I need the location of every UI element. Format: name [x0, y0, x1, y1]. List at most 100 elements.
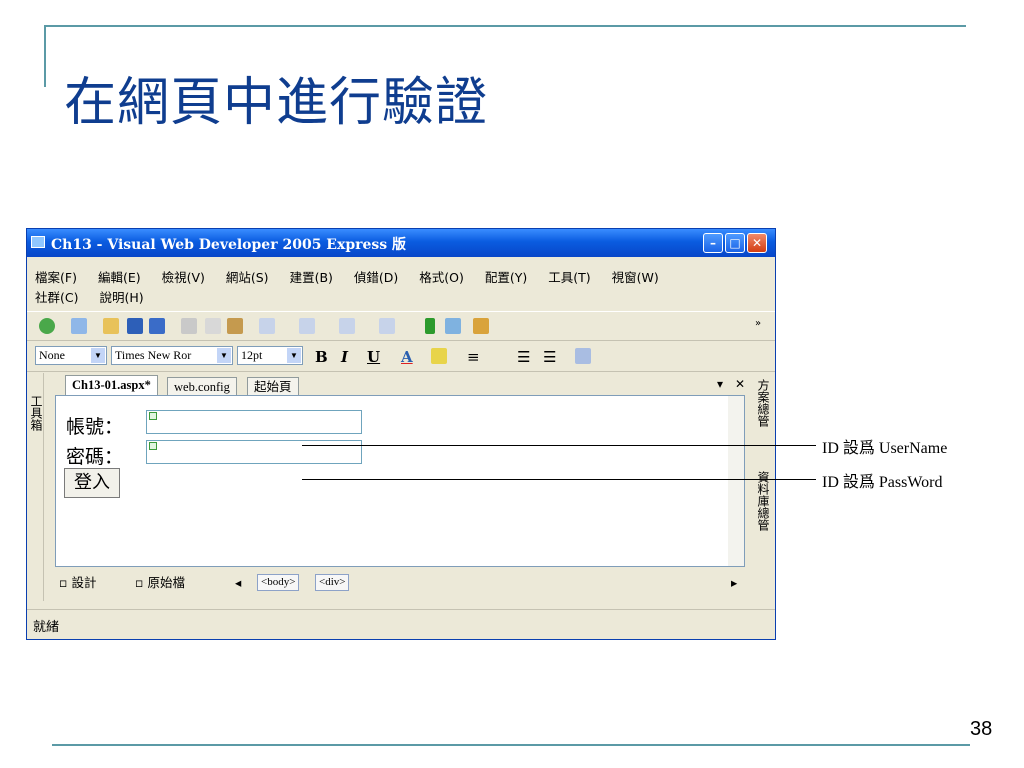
font-combo-value: Times New Ror — [115, 348, 192, 362]
redo-icon[interactable] — [299, 318, 315, 334]
window-title: Ch13 - Visual Web Developer 2005 Express… — [51, 237, 407, 253]
tab-ch13-01-aspx[interactable]: Ch13-01.aspx* — [65, 375, 158, 397]
close-tab-icon[interactable]: ✕ — [735, 377, 745, 391]
menu-community[interactable]: 社群(C) — [35, 290, 78, 305]
navigate-backward-icon[interactable] — [339, 318, 355, 334]
start-debugging-icon[interactable] — [425, 318, 435, 334]
server-control-icon — [149, 412, 157, 420]
ide-window: Ch13 - Visual Web Developer 2005 Express… — [26, 228, 776, 640]
paste-icon[interactable] — [227, 318, 243, 334]
menu-window[interactable]: 視窗(W) — [612, 270, 659, 285]
design-surface[interactable]: 帳號： 密碼： 登入 — [55, 395, 745, 567]
style-combo[interactable]: None ▼ — [35, 346, 107, 365]
menu-layout[interactable]: 配置(Y) — [485, 270, 527, 285]
password-label: 密碼： — [66, 446, 124, 468]
size-combo-value: 12pt — [241, 348, 263, 362]
chevron-down-icon: ▼ — [91, 348, 105, 363]
breadcrumb-forward-icon[interactable]: ▸ — [731, 574, 737, 592]
menu-help[interactable]: 說明(H) — [99, 290, 143, 305]
minimize-button[interactable]: – — [703, 233, 723, 253]
login-button[interactable]: 登入 — [64, 468, 120, 498]
undo-icon[interactable] — [259, 318, 275, 334]
save-all-icon[interactable] — [149, 318, 165, 334]
tab-web-config[interactable]: web.config — [167, 377, 237, 395]
menu-row-2: 社群(C) 說明(H) — [35, 287, 161, 306]
navigate-forward-icon[interactable] — [379, 318, 395, 334]
window-titlebar[interactable]: Ch13 - Visual Web Developer 2005 Express… — [27, 229, 775, 257]
callout-line-password — [302, 479, 816, 480]
highlight-icon[interactable] — [431, 348, 447, 364]
username-label: 帳號： — [66, 416, 124, 438]
menu-format[interactable]: 格式(O) — [419, 270, 464, 285]
add-item-icon[interactable] — [71, 318, 87, 334]
tab-start-page[interactable]: 起始頁 — [247, 377, 299, 395]
slide-top-rule — [44, 25, 966, 27]
document-tabs: Ch13-01.aspx* web.config 起始頁 ▾ ✕ — [45, 375, 751, 397]
solution-explorer-tab[interactable]: 方案總管 — [755, 379, 772, 427]
design-view-icon: ▫ — [59, 575, 72, 590]
callout-line-username — [302, 445, 816, 446]
tab-design[interactable]: ▫ 設計 — [59, 574, 96, 592]
font-combo[interactable]: Times New Ror ▼ — [111, 346, 233, 365]
copy-icon[interactable] — [205, 318, 221, 334]
tab-list-icon[interactable]: ▾ — [717, 377, 723, 391]
password-textbox[interactable] — [146, 440, 362, 464]
server-control-icon — [149, 442, 157, 450]
hyperlink-icon[interactable] — [575, 348, 591, 364]
size-combo[interactable]: 12pt ▼ — [237, 346, 303, 365]
maximize-button[interactable]: □ — [725, 233, 745, 253]
new-website-icon[interactable] — [39, 318, 55, 334]
menu-file[interactable]: 檔案(F) — [35, 270, 77, 285]
menu-debug[interactable]: 偵錯(D) — [354, 270, 398, 285]
design-tab-label: 設計 — [71, 575, 97, 590]
align-icon[interactable]: ≡ — [467, 348, 480, 366]
toolbox-label: 工具箱 — [29, 395, 43, 431]
find-icon[interactable] — [445, 318, 461, 334]
tab-source[interactable]: ▫ 原始檔 — [135, 574, 185, 592]
style-combo-value: None — [39, 348, 65, 362]
slide-left-rule — [44, 25, 46, 87]
database-explorer-tab[interactable]: 資料庫總管 — [755, 471, 772, 531]
close-button[interactable]: ✕ — [747, 233, 767, 253]
menu-build[interactable]: 建置(B) — [290, 270, 333, 285]
toolbox-icon[interactable] — [473, 318, 489, 334]
source-view-icon: ▫ — [135, 575, 148, 590]
callout-username: ID 設爲 UserName — [822, 440, 948, 457]
formatting-toolbar: None ▼ Times New Ror ▼ 12pt ▼ B I U A ≡ … — [27, 341, 775, 372]
save-icon[interactable] — [127, 318, 143, 334]
open-folder-icon[interactable] — [103, 318, 119, 334]
username-textbox[interactable] — [146, 410, 362, 434]
bullets-icon[interactable]: ☰ — [517, 348, 530, 366]
callout-password: ID 設爲 PassWord — [822, 474, 943, 491]
status-text: 就緒 — [33, 620, 60, 635]
cut-icon[interactable] — [181, 318, 197, 334]
menu-row-1: 檔案(F) 編輯(E) 檢視(V) 網站(S) 建置(B) 偵錯(D) 格式(O… — [35, 267, 676, 286]
chevron-down-icon: ▼ — [217, 348, 231, 363]
right-panel-strip: 方案總管 資料庫總管 — [751, 375, 773, 603]
slide-bottom-rule — [52, 744, 970, 746]
underline-icon[interactable]: U — [367, 348, 380, 366]
italic-icon[interactable]: I — [341, 348, 348, 366]
breadcrumb-back-icon[interactable]: ◂ — [235, 574, 241, 592]
breadcrumb-div[interactable]: <div> — [315, 574, 350, 591]
vertical-scrollbar[interactable] — [728, 396, 744, 566]
standard-toolbar: » — [27, 311, 775, 341]
menu-tools[interactable]: 工具(T) — [548, 270, 590, 285]
toolbox-strip[interactable]: 工具箱 — [27, 373, 44, 601]
menubar: 檔案(F) 編輯(E) 檢視(V) 網站(S) 建置(B) 偵錯(D) 格式(O… — [27, 257, 775, 309]
toolbar-overflow-icon[interactable]: » — [755, 318, 771, 334]
numbering-icon[interactable]: ☰ — [543, 348, 556, 366]
status-bar: 就緒 — [27, 609, 775, 640]
chevron-down-icon: ▼ — [287, 348, 301, 363]
page-number: 38 — [970, 718, 993, 740]
breadcrumb-body[interactable]: <body> — [257, 574, 300, 591]
view-bar: ▫ 設計 ▫ 原始檔 ◂ <body> <div> ▸ — [55, 572, 745, 594]
bold-icon[interactable]: B — [315, 348, 328, 366]
slide-title: 在網頁中進行驗證 — [64, 73, 489, 133]
source-tab-label: 原始檔 — [147, 575, 185, 590]
menu-edit[interactable]: 編輯(E) — [98, 270, 141, 285]
app-icon — [31, 236, 45, 248]
font-color-icon[interactable]: A — [401, 348, 413, 366]
menu-website[interactable]: 網站(S) — [226, 270, 269, 285]
menu-view[interactable]: 檢視(V) — [162, 270, 205, 285]
